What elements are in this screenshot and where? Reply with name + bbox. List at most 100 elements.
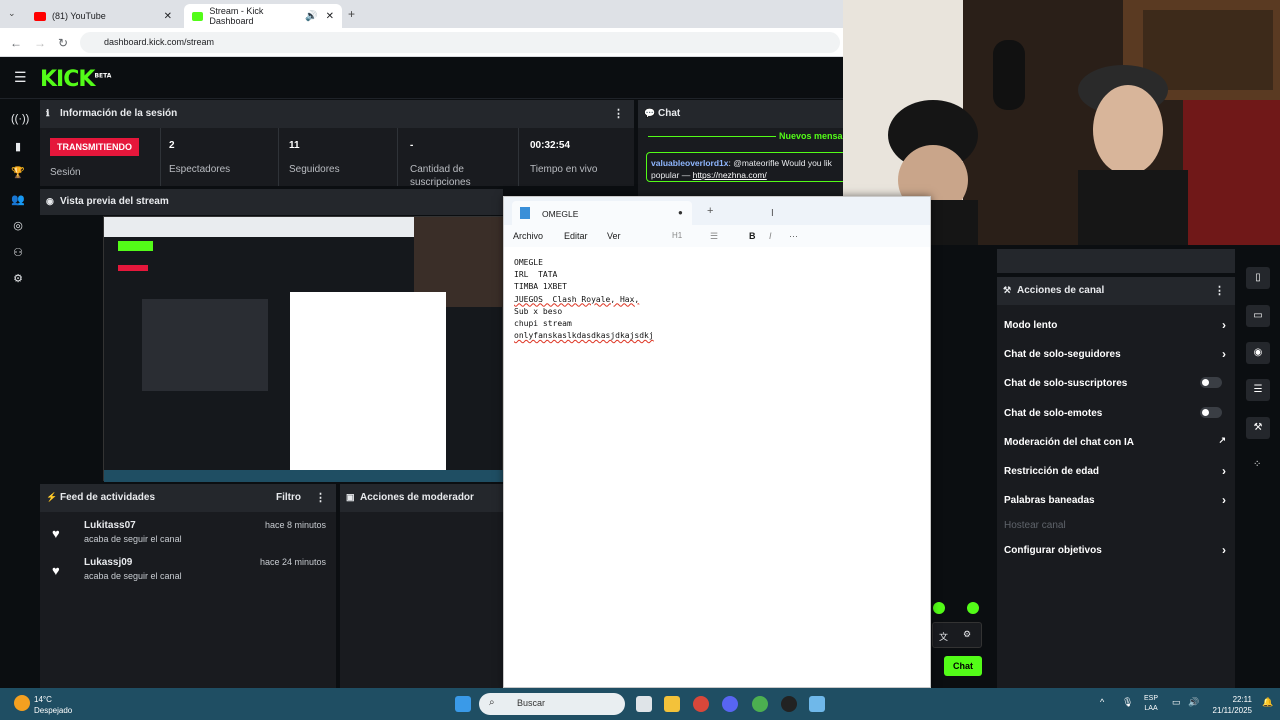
broadcast-rail-icon[interactable]: ◉	[1246, 342, 1270, 364]
live-badge: TRANSMITIENDO	[50, 138, 139, 156]
chart-icon[interactable]: ▮	[11, 140, 25, 154]
notepad-window: OMEGLE ● + Archivo Editar Ver H1 ☰ B I ·…	[503, 196, 931, 688]
age-restriction-item[interactable]: Restricción de edad ›	[1004, 464, 1228, 478]
chat-rail-icon[interactable]: ▭	[1246, 305, 1270, 327]
microphone-icon[interactable]: 🎙	[1122, 697, 1133, 708]
menu-ver[interactable]: Ver	[607, 231, 621, 241]
stat-value: 2	[169, 140, 175, 151]
taskbar-search[interactable]: ⌕ Buscar	[479, 693, 625, 715]
gear-icon[interactable]: ⚙	[11, 272, 25, 286]
session-label: Sesión	[50, 167, 81, 178]
heart-icon: ♥	[52, 563, 60, 578]
stat-viewers: 2 Espectadores	[169, 140, 230, 176]
chevron-right-icon: ›	[1222, 493, 1226, 507]
ai-moderation-item[interactable]: Moderación del chat con IA ↗	[1004, 435, 1228, 448]
host-channel-item[interactable]: Hostear canal	[1004, 520, 1228, 531]
tab-label: Stream - Kick Dashboard	[209, 6, 264, 26]
chat-username[interactable]: valuableoverlord1x	[651, 158, 728, 168]
task-view-icon[interactable]	[636, 696, 652, 712]
emoji-icon[interactable]	[967, 602, 979, 614]
menu-icon[interactable]: ☰	[14, 69, 27, 86]
url-field[interactable]: dashboard.kick.com/stream	[80, 32, 840, 53]
translate-icon[interactable]: 文	[939, 630, 948, 643]
banned-words-item[interactable]: Palabras baneadas ›	[1004, 493, 1228, 507]
channel-actions-panel: ⚒ Acciones de canal ⋮ Modo lento › Chat d…	[997, 277, 1235, 688]
reload-icon[interactable]: ↻	[58, 36, 68, 50]
clock-date: 21/11/2025	[1212, 706, 1252, 715]
chrome-profile-icon[interactable]	[752, 696, 768, 712]
chevron-up-icon[interactable]: ^	[1100, 697, 1104, 707]
feed-user[interactable]: Lukitass07	[84, 520, 136, 531]
new-messages-divider[interactable]: Nuevos mensa	[648, 131, 843, 141]
weather-icon[interactable]	[14, 695, 30, 711]
more-icon[interactable]: ···	[789, 231, 798, 241]
speaker-icon[interactable]: 🔊	[305, 11, 317, 22]
volume-icon[interactable]: 🔊	[1188, 697, 1199, 708]
wrench-rail-icon[interactable]: ⚒	[1246, 417, 1270, 439]
network-icon[interactable]: ▭	[1172, 697, 1181, 708]
configure-goals-item[interactable]: Configurar objetivos ›	[1004, 543, 1228, 557]
tab-kick-dashboard[interactable]: Stream - Kick Dashboard 🔊 ✕	[184, 4, 342, 28]
chat-link[interactable]: https://nezhna.com/	[693, 170, 767, 180]
start-icon[interactable]	[455, 696, 471, 712]
clock[interactable]: 22:11 21/11/2025	[1213, 694, 1252, 716]
text-line: OMEGLE	[514, 258, 543, 267]
subscribers-only-toggle[interactable]	[1200, 377, 1222, 388]
list-icon[interactable]: ☰	[710, 231, 718, 242]
emotes-only-toggle[interactable]	[1200, 407, 1222, 418]
stream-preview-video[interactable]	[103, 216, 504, 482]
settings-icon[interactable]: ⚙	[963, 629, 971, 640]
stat-label: Seguidores	[289, 164, 340, 175]
notepad-tab[interactable]: OMEGLE ●	[512, 201, 692, 225]
send-chat-button[interactable]: Chat	[944, 656, 982, 676]
notepad-rail-icon[interactable]: ▯	[1246, 267, 1270, 289]
users-icon[interactable]: 👥	[11, 193, 25, 207]
bold-icon[interactable]: B	[749, 231, 756, 241]
slow-mode-item[interactable]: Modo lento ›	[1004, 318, 1228, 332]
filter-button[interactable]: Filtro	[276, 492, 301, 503]
tab-youtube[interactable]: (81) YouTube ✕	[26, 4, 180, 28]
more-icon[interactable]: ⋮	[315, 491, 326, 504]
italic-icon[interactable]: I	[769, 231, 772, 241]
notification-icon[interactable]: 🔔	[1262, 697, 1273, 708]
more-icon[interactable]: ⋮	[613, 107, 624, 120]
feed-time: hace 24 minutos	[259, 557, 326, 567]
close-icon[interactable]: ✕	[326, 11, 334, 22]
menu-editar[interactable]: Editar	[564, 231, 588, 241]
tab-search-icon[interactable]: ⌄	[8, 8, 16, 19]
emote-icon[interactable]	[933, 602, 945, 614]
trophy-icon[interactable]: 🏆	[11, 166, 25, 180]
back-icon[interactable]: ←	[10, 36, 22, 50]
obs-icon[interactable]	[781, 696, 797, 712]
notepad-taskbar-icon[interactable]	[809, 696, 825, 712]
new-tab-icon[interactable]: +	[707, 205, 713, 217]
left-sidebar: ((·)) ▮ 🏆 👥 ◎ ⚇ ⚙	[0, 100, 36, 688]
stat-label: Espectadores	[169, 164, 231, 175]
language-indicator[interactable]: ESP LAA	[1144, 694, 1158, 714]
heading-dropdown[interactable]: H1	[672, 231, 682, 240]
file-explorer-icon[interactable]	[664, 696, 680, 712]
layout-rail-icon[interactable]: ☰	[1246, 379, 1270, 401]
forward-icon[interactable]: →	[34, 36, 46, 50]
close-tab-icon[interactable]: ●	[678, 208, 683, 217]
weather-widget[interactable]: 14°C Despejado	[34, 694, 72, 716]
chrome-icon[interactable]	[693, 696, 709, 712]
apps-icon[interactable]: ⁘	[1253, 459, 1261, 470]
moderation-icon[interactable]: ◎	[11, 219, 25, 233]
feed-action: acaba de seguir el canal	[84, 571, 182, 581]
broadcast-icon[interactable]: ((·))	[11, 113, 29, 127]
feed-user[interactable]: Lukassj09	[84, 557, 132, 568]
kick-logo[interactable]: KICKBETA	[40, 67, 111, 92]
notepad-text-area[interactable]: OMEGLE IRL TATA TIMBA 1XBET JUEGOS Clash Ro…	[514, 257, 654, 342]
new-tab-icon[interactable]: +	[348, 7, 355, 21]
text-line: IRL TATA	[514, 270, 558, 280]
followers-only-item[interactable]: Chat de solo-seguidores ›	[1004, 347, 1228, 361]
preview-title: Vista previa del stream	[60, 196, 169, 207]
menu-archivo[interactable]: Archivo	[513, 231, 543, 241]
community-icon[interactable]: ⚇	[11, 246, 25, 260]
item-label: Modo lento	[1004, 320, 1058, 331]
discord-icon[interactable]	[722, 696, 738, 712]
more-icon[interactable]: ⋮	[1214, 284, 1225, 297]
preview-taskbar	[104, 470, 504, 482]
close-icon[interactable]: ✕	[164, 11, 172, 22]
